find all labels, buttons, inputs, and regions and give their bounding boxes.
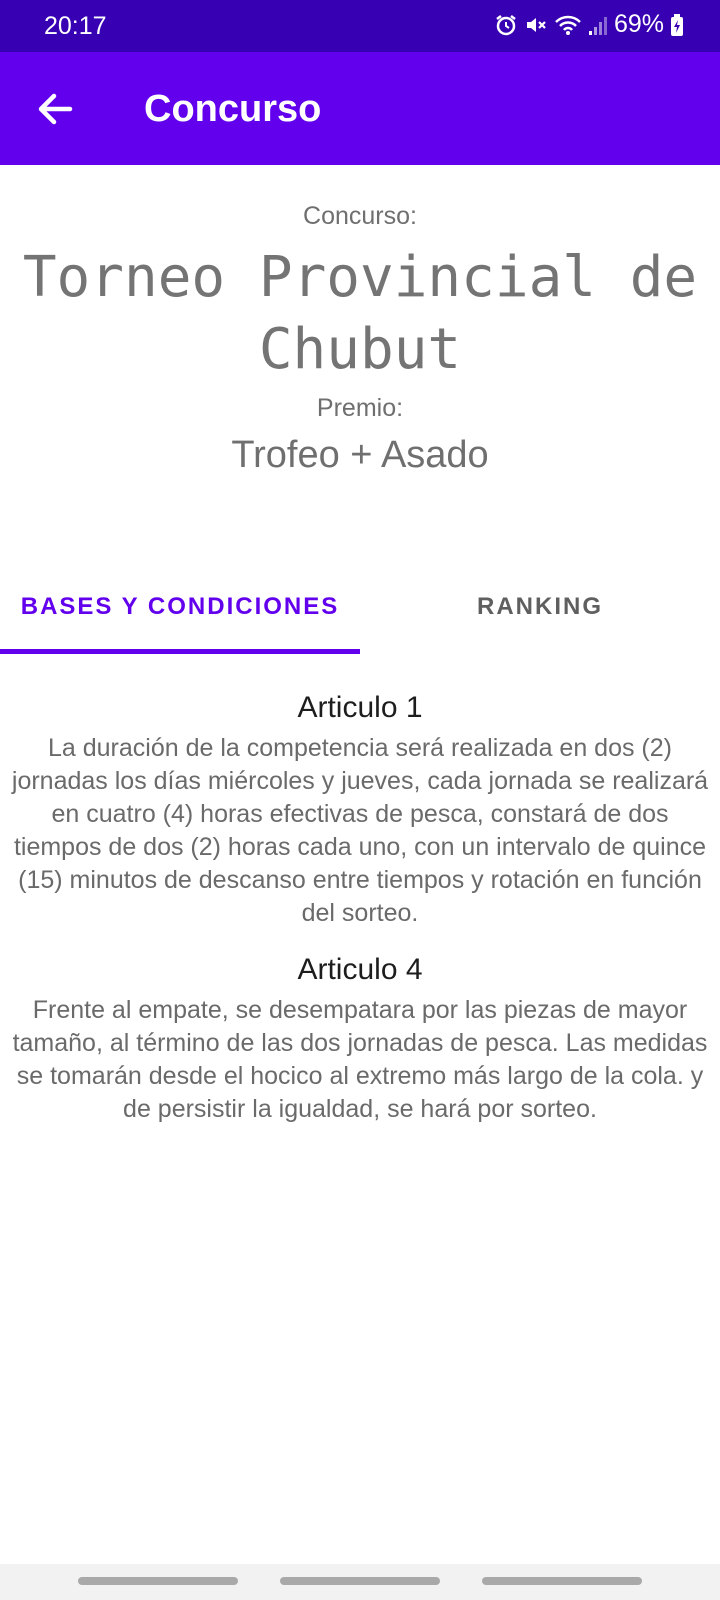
article-item: Articulo 1 La duración de la competencia… [0,688,720,930]
nav-recents-button[interactable] [78,1577,238,1585]
battery-icon [670,13,684,37]
tab-indicator [0,649,360,654]
articles-list: Articulo 1 La duración de la competencia… [0,688,720,1146]
article-body: Frente al empate, se desempatara por las… [12,996,708,1123]
contest-name: Torneo Provincial de Chubut [22,245,698,382]
status-time: 20:17 [44,12,107,40]
mute-icon [524,13,548,37]
article-body: La duración de la competencia será reali… [11,734,709,927]
prize-label: Premio: [316,394,404,422]
tab-bases-y-condiciones[interactable]: BASES Y CONDICIONES [0,560,360,654]
tab-ranking[interactable]: RANKING [360,560,720,654]
article-item: Articulo 4 Frente al empate, se desempat… [0,950,720,1126]
alarm-icon [494,13,518,37]
wifi-icon [554,13,582,37]
prize-value: Trofeo + Asado [231,434,489,476]
nav-home-button[interactable] [280,1577,440,1585]
app-bar: Concurso [0,52,720,165]
status-bar: 20:17 69% [0,0,720,52]
signal-icon [588,13,608,37]
back-button[interactable] [30,86,80,132]
contest-label: Concurso: [303,202,417,230]
app-bar-title: Concurso [144,88,322,130]
nav-back-button[interactable] [482,1577,642,1585]
status-icons: 69% [494,10,684,39]
system-nav-bar [0,1564,720,1600]
arrow-back-icon [38,93,73,125]
contest-header: Concurso: Torneo Provincial de Chubut Pr… [0,200,720,480]
article-title: Articulo 1 [297,691,423,724]
battery-percent: 69% [613,10,664,38]
tab-bar: BASES Y CONDICIONES RANKING [0,560,720,654]
article-title: Articulo 4 [297,953,423,986]
